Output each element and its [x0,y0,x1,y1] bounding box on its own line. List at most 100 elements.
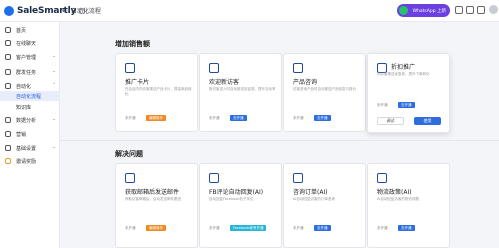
gift-icon [5,158,11,164]
card-action-tag[interactable]: 去开通 [230,115,247,121]
chevron-down-icon: ⌄ [52,117,56,122]
card-status: 未开通 [293,226,304,230]
email-icon [125,173,135,183]
help-icon[interactable] [466,6,474,14]
card-action-tag[interactable]: Facebook帐号开通 [230,225,267,231]
card-title: 产品咨询 [293,79,318,86]
automation-icon [5,83,11,89]
chevron-down-icon: ⌄ [52,69,56,74]
sidebar-item-label: 自动化流程 [16,93,42,100]
card-status: 未开通 [209,226,220,230]
card-title: 折扣推广 [391,64,416,71]
card-status: 未开通 [293,116,304,120]
sidebar-item-referral[interactable]: 邀请奖励 [0,156,60,166]
chevron-up-icon: ⌃ [52,83,56,88]
whatsapp-promo-label: WhatsApp 上新 [412,8,446,14]
card-title: 欢迎新访客 [209,79,240,86]
logo-mark-icon [4,5,14,16]
chevron-down-icon: ⌄ [52,54,56,59]
sidebar-item-label: 群发任务 [16,69,37,76]
card-discount[interactable]: 折扣推广 向访客推送优惠券，提升下单转化 未开通 去开通 调试 使用 [367,53,450,133]
sidebar-item-label: 客户管理 [16,54,37,61]
welcome-icon [209,63,219,73]
card-action-tag[interactable]: 编辑操作 [146,225,166,231]
card-action-tag[interactable]: 编辑操作 [146,115,166,121]
card-status: 未开通 [125,226,136,230]
card-description: AI自动回复访客的物流问题 [377,197,419,201]
card-status: 未开通 [377,226,388,230]
card-title: 物流政策(AI) [377,189,412,196]
sidebar-item-broadcast[interactable]: 群发任务 ⌄ [0,67,60,77]
chevron-down-icon: ⌄ [52,145,56,150]
card-title: 获取邮箱后发送邮件 [125,189,180,196]
breadcrumb: ← 自动化流程 [62,6,101,16]
card-status: 未开通 [377,103,388,107]
top-bar: SaleSmartly ← 自动化流程 WhatsApp 上新 [0,0,499,22]
section-title: 增加销售额 [115,40,150,48]
truck-icon [377,173,387,183]
card-fb-comment-reply[interactable]: FB评论自动回复(AI) 自动回复Facebook帖子评论 未开通 Facebo… [199,163,282,248]
card-title: 推广卡片 [125,79,150,86]
debug-button[interactable]: 调试 [377,117,404,125]
card-description: 获取访客邮箱后，自动发送邮件跟进 [125,197,181,201]
page-title: 自动化流程 [70,8,101,15]
card-description: 新访客进入时自动推送欢迎语，提升互动率 [209,87,276,91]
card-status: 未开通 [125,116,136,120]
card-description: 访客咨询产品时自动推送产品信息与报价 [293,87,356,91]
sidebar-item-marketing[interactable]: 营销 [0,129,60,139]
card-promo[interactable]: 推广卡片 在会话内向访客推送产品卡片，提高商品转化 未开通 编辑操作 [115,53,198,132]
card-order-inquiry[interactable]: 咨询订单(AI) AI自动回复访客的订单咨询 未开通 去开通 [283,163,366,248]
card-icon [125,63,135,73]
settings-icon[interactable] [477,6,485,14]
order-icon [293,173,303,183]
notification-icon[interactable] [455,6,463,14]
users-icon [5,54,11,60]
sidebar-item-label: 数据分析 [16,117,37,124]
card-action-tag[interactable]: 去开通 [314,225,331,231]
sidebar-item-chat[interactable]: 在线聊天 [0,38,60,48]
comment-icon [209,173,219,183]
card-description: 在会话内向访客推送产品卡片，提高商品转化 [125,87,192,96]
card-action-tag[interactable]: 去开通 [398,102,415,108]
sidebar-item-label: 自动化 [16,83,32,90]
sidebar-item-knowledge-base[interactable]: 知识库 [0,102,60,112]
card-description: AI自动回复访客的订单咨询 [293,197,335,201]
section-divider [60,140,499,141]
back-arrow-icon[interactable]: ← [62,7,68,15]
card-action-tag[interactable]: 去开通 [398,225,415,231]
sidebar-item-label: 知识库 [16,104,32,111]
whatsapp-promo-button[interactable]: WhatsApp 上新 [397,4,450,17]
avatar[interactable] [489,5,498,14]
sidebar-item-customers[interactable]: 客户管理 ⌄ [0,52,60,62]
card-title: 咨询订单(AI) [293,189,328,196]
sidebar-item-label: 邀请奖励 [16,158,37,165]
card-shipping-policy[interactable]: 物流政策(AI) AI自动回复访客的物流问题 未开通 去开通 [367,163,450,248]
chat-icon [5,40,11,46]
chart-icon [5,117,11,123]
broadcast-icon [5,69,11,75]
sidebar-item-label: 在线聊天 [16,40,37,47]
card-status: 未开通 [209,116,220,120]
sidebar-item-automation-flow[interactable]: 自动化流程 [0,91,60,101]
megaphone-icon [5,131,11,137]
sidebar-item-analytics[interactable]: 数据分析 ⌄ [0,115,60,125]
card-description: 自动回复Facebook帖子评论 [209,197,254,201]
card-welcome[interactable]: 欢迎新访客 新访客进入时自动推送欢迎语，提升互动率 未开通 去开通 [199,53,282,132]
section-title: 解决问题 [115,150,143,158]
sidebar-item-label: 首页 [16,27,27,34]
sidebar-item-home[interactable]: 首页 [0,25,60,35]
card-email-followup[interactable]: 获取邮箱后发送邮件 获取访客邮箱后，自动发送邮件跟进 未开通 编辑操作 [115,163,198,248]
sidebar-item-automation[interactable]: 自动化 ⌃ [0,81,60,91]
sidebar-item-label: 营销 [16,131,27,138]
card-product-inquiry[interactable]: 产品咨询 访客咨询产品时自动推送产品信息与报价 未开通 去开通 [283,53,366,132]
use-button[interactable]: 使用 [414,117,441,125]
card-description: 向访客推送优惠券，提升下单转化 [377,72,430,76]
card-title: FB评论自动回复(AI) [209,189,264,196]
gear-icon [5,145,11,151]
whatsapp-icon [399,6,408,15]
card-action-tag[interactable]: 去开通 [314,115,331,121]
sidebar-item-label: 基础设置 [16,145,37,152]
sidebar: 首页 在线聊天 客户管理 ⌄ 群发任务 ⌄ 自动化 ⌃ 自动化流程 知识库 数据… [0,22,60,248]
sidebar-item-settings[interactable]: 基础设置 ⌄ [0,143,60,153]
info-icon [293,63,303,73]
